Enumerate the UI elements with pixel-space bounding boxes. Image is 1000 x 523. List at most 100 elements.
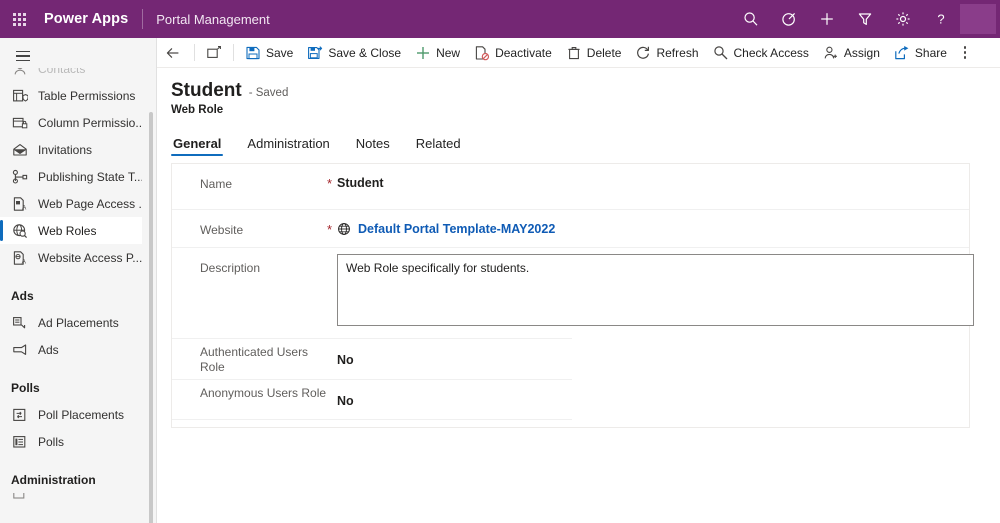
nav-spacer xyxy=(0,271,156,282)
sidebar-item-label: Website Access P... xyxy=(38,251,142,265)
help-icon[interactable]: ? xyxy=(922,0,960,38)
svg-text:?: ? xyxy=(937,12,944,27)
contacts-icon xyxy=(11,68,29,78)
save-label: Save xyxy=(266,46,293,60)
trash-icon xyxy=(566,45,582,61)
refresh-label: Refresh xyxy=(656,46,698,60)
check-access-icon xyxy=(713,45,729,61)
field-row-anonymous-users-role: Anonymous Users Role No xyxy=(172,379,572,420)
page-title: Student xyxy=(171,80,242,102)
website-lookup[interactable]: Default Portal Template-MAY2022 xyxy=(337,222,969,236)
app-launcher-icon[interactable] xyxy=(0,0,38,38)
svg-text:A: A xyxy=(22,258,27,265)
sidebar-item-label: Polls xyxy=(38,435,64,449)
publishing-state-icon xyxy=(11,168,29,186)
description-required-spacer xyxy=(327,248,337,260)
app-header: Power Apps Portal Management ? xyxy=(0,0,1000,38)
more-commands-button[interactable] xyxy=(956,38,975,68)
authenticated-required-spacer xyxy=(327,339,337,351)
poll-placements-icon xyxy=(11,406,29,424)
sidebar-nav: Contacts Table Permissions Column Permis… xyxy=(0,68,156,503)
field-row-name: Name * Student xyxy=(172,164,969,210)
assign-user-icon xyxy=(823,45,839,61)
sidebar-item-web-page-access-control-rules[interactable]: A Web Page Access ... xyxy=(0,190,142,217)
save-icon xyxy=(245,45,261,61)
tab-general[interactable]: General xyxy=(171,136,223,156)
sidebar-item-label: Publishing State T... xyxy=(38,170,142,184)
website-required-marker: * xyxy=(327,210,337,237)
header-actions: ? xyxy=(732,0,1000,38)
sidebar-group-administration: Administration xyxy=(0,466,156,493)
sidebar: Contacts Table Permissions Column Permis… xyxy=(0,38,157,523)
authenticated-users-role-value[interactable]: No xyxy=(337,339,572,367)
delete-button[interactable]: Delete xyxy=(559,38,629,68)
assign-label: Assign xyxy=(844,46,880,60)
sidebar-item-label: Column Permissio... xyxy=(38,116,142,130)
anonymous-users-role-value[interactable]: No xyxy=(337,380,572,408)
sidebar-item-ads[interactable]: Ads xyxy=(0,336,142,363)
website-value: Default Portal Template-MAY2022 xyxy=(337,210,969,236)
new-button[interactable]: New xyxy=(408,38,467,68)
check-access-label: Check Access xyxy=(734,46,809,60)
save-and-close-label: Save & Close xyxy=(328,46,401,60)
description-textarea[interactable]: Web Role specifically for students. xyxy=(337,254,974,326)
deactivate-icon xyxy=(474,45,490,61)
header-divider xyxy=(142,9,143,29)
sidebar-item-poll-placements[interactable]: Poll Placements xyxy=(0,401,142,428)
filter-icon[interactable] xyxy=(846,0,884,38)
save-and-close-button[interactable]: Save & Close xyxy=(300,38,408,68)
nav-spacer xyxy=(0,455,156,466)
assign-button[interactable]: Assign xyxy=(816,38,887,68)
avatar[interactable] xyxy=(960,4,996,34)
website-link-label[interactable]: Default Portal Template-MAY2022 xyxy=(358,222,555,236)
nav-spacer xyxy=(0,363,156,374)
sidebar-item-label: Ad Placements xyxy=(38,316,119,330)
refresh-button[interactable]: Refresh xyxy=(628,38,705,68)
web-roles-icon xyxy=(11,222,29,240)
ad-placements-icon xyxy=(11,314,29,332)
form-tabs: General Administration Notes Related xyxy=(171,130,1000,156)
tab-notes[interactable]: Notes xyxy=(354,136,392,156)
sidebar-scrollbar[interactable] xyxy=(149,112,153,523)
search-icon[interactable] xyxy=(732,0,770,38)
sidebar-item-label: Web Page Access ... xyxy=(38,197,142,211)
form-card: Name * Student Website * Default Portal … xyxy=(171,163,970,428)
sidebar-item-ad-placements[interactable]: Ad Placements xyxy=(0,309,142,336)
command-bar: Save Save & Close New Deactivate Delete xyxy=(157,38,1000,68)
tab-administration[interactable]: Administration xyxy=(245,136,331,156)
sidebar-item-label: Ads xyxy=(38,343,59,357)
anonymous-users-role-label: Anonymous Users Role xyxy=(172,380,327,401)
save-button[interactable]: Save xyxy=(238,38,300,68)
polls-icon xyxy=(11,433,29,451)
sidebar-item-column-permissions[interactable]: Column Permissio... xyxy=(0,109,142,136)
sidebar-item-invitations[interactable]: Invitations xyxy=(0,136,142,163)
name-input[interactable]: Student xyxy=(337,164,969,190)
back-button[interactable] xyxy=(157,38,190,68)
deactivate-button[interactable]: Deactivate xyxy=(467,38,559,68)
sidebar-toggle-icon[interactable] xyxy=(4,41,42,71)
sidebar-item-polls[interactable]: Polls xyxy=(0,428,142,455)
command-divider xyxy=(194,44,195,61)
brand-label[interactable]: Power Apps xyxy=(44,11,128,27)
entity-name-label: Web Role xyxy=(171,104,1000,116)
record-header: Student - Saved Web Role xyxy=(157,68,1000,116)
description-label: Description xyxy=(172,248,327,276)
sidebar-item-website-access-permissions[interactable]: A Website Access P... xyxy=(0,244,142,271)
sidebar-item-clipped[interactable] xyxy=(0,493,142,503)
sidebar-item-contacts[interactable]: Contacts xyxy=(0,68,142,82)
ads-icon xyxy=(11,341,29,359)
sidebar-item-publishing-state-transitions[interactable]: Publishing State T... xyxy=(0,163,142,190)
record-title-row: Student - Saved xyxy=(171,80,1000,102)
target-icon[interactable] xyxy=(770,0,808,38)
open-in-new-window-button[interactable] xyxy=(199,38,229,68)
gear-icon[interactable] xyxy=(884,0,922,38)
tab-related[interactable]: Related xyxy=(414,136,463,156)
sidebar-group-ads: Ads xyxy=(0,282,156,309)
sidebar-item-web-roles[interactable]: Web Roles xyxy=(0,217,142,244)
sidebar-item-table-permissions[interactable]: Table Permissions xyxy=(0,82,142,109)
check-access-button[interactable]: Check Access xyxy=(706,38,816,68)
share-button[interactable]: Share xyxy=(887,38,954,68)
plus-icon[interactable] xyxy=(808,0,846,38)
save-status-label: - Saved xyxy=(249,87,289,99)
refresh-icon xyxy=(635,45,651,61)
